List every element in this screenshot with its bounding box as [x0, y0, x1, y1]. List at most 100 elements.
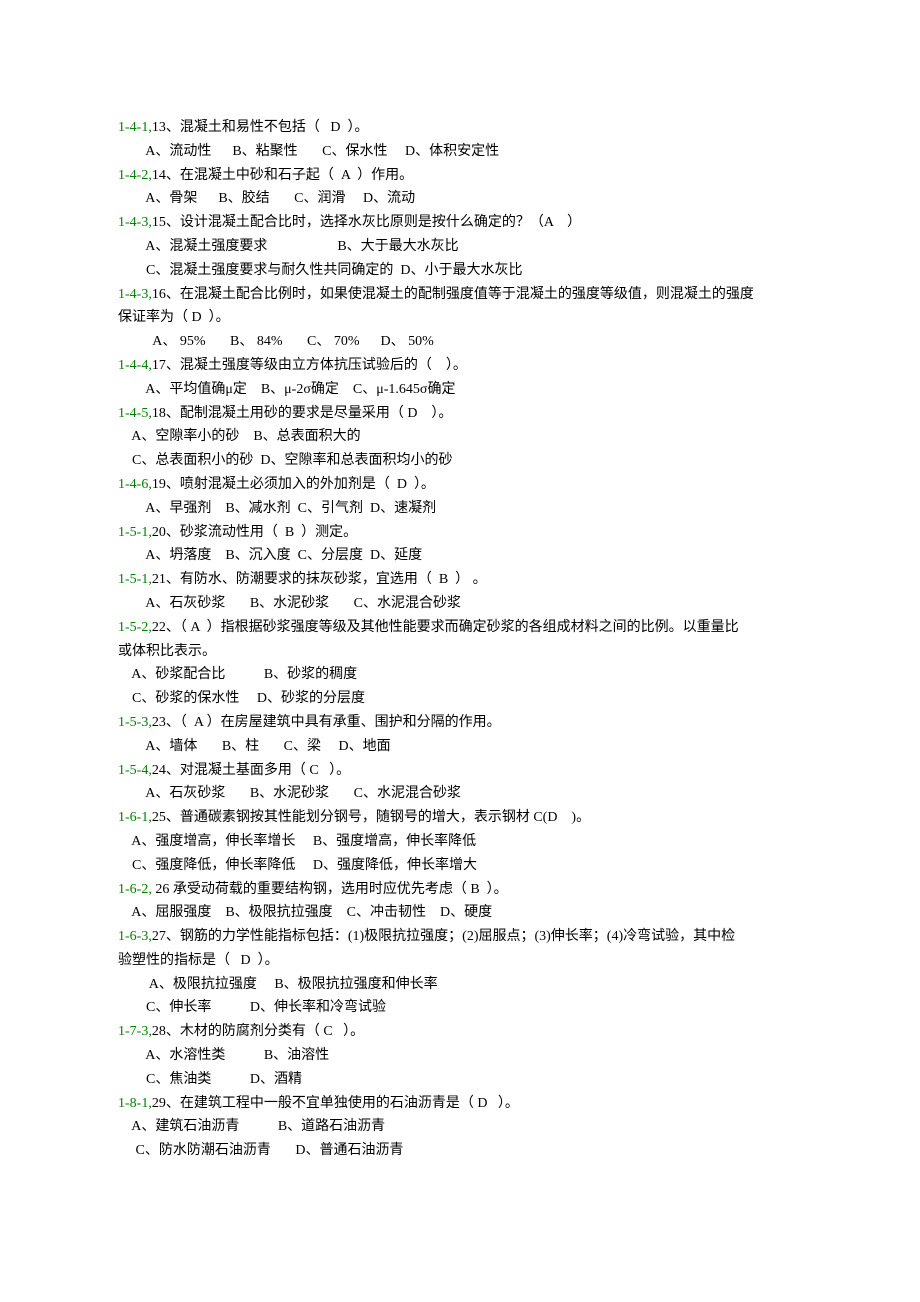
line-text: A、强度增高，伸长率增长 B、强度增高，伸长率降低 — [118, 834, 476, 849]
content-block: 1-4-1,13、混凝土和易性不包括（ D ）。 A、流动性 B、粘聚性 C、保… — [118, 116, 802, 1163]
question-code: 1-6-3, — [118, 929, 152, 944]
line-text: 或体积比表示。 — [118, 644, 216, 659]
text-line: C、混凝土强度要求与耐久性共同确定的 D、小于最大水灰比 — [118, 259, 802, 283]
question-code: 1-8-1, — [118, 1096, 152, 1111]
question-code: 1-5-2, — [118, 620, 152, 635]
question-code: 1-4-6, — [118, 477, 152, 492]
text-line: 1-6-2, 26 承受动荷载的重要结构钢，选用时应优先考虑（ B ）。 — [118, 878, 802, 902]
text-line: 1-5-1,21、有防水、防潮要求的抹灰砂浆，宜选用（ B ） 。 — [118, 568, 802, 592]
text-line: 1-7-3,28、木材的防腐剂分类有（ C ）。 — [118, 1020, 802, 1044]
text-line: A、墙体 B、柱 C、梁 D、地面 — [118, 735, 802, 759]
question-code: 1-4-5, — [118, 406, 152, 421]
line-text: A、石灰砂浆 B、水泥砂浆 C、水泥混合砂浆 — [118, 596, 461, 611]
line-text: A、砂浆配合比 B、砂浆的稠度 — [118, 667, 357, 682]
line-text: A、混凝土强度要求 B、大于最大水灰比 — [118, 239, 459, 254]
question-code: 1-6-2, — [118, 882, 152, 897]
text-line: A、 95% B、 84% C、 70% D、 50% — [118, 330, 802, 354]
text-line: C、总表面积小的砂 D、空隙率和总表面积均小的砂 — [118, 449, 802, 473]
question-code: 1-5-3, — [118, 715, 152, 730]
text-line: 1-4-4,17、混凝土强度等级由立方体抗压试验后的（ ）。 — [118, 354, 802, 378]
question-code: 1-4-3, — [118, 287, 152, 302]
line-text: 18、配制混凝土用砂的要求是尽量采用（ D ）。 — [152, 406, 453, 421]
line-text: 25、普通碳素钢按其性能划分钢号，随钢号的增大，表示钢材 C(D )。 — [152, 810, 590, 825]
line-text: 23、（ A ）在房屋建筑中具有承重、围护和分隔的作用。 — [152, 715, 501, 730]
line-text: A、平均值确μ定 B、μ-2σ确定 C、μ-1.645σ确定 — [118, 382, 455, 397]
line-text: A、墙体 B、柱 C、梁 D、地面 — [118, 739, 391, 754]
text-line: A、混凝土强度要求 B、大于最大水灰比 — [118, 235, 802, 259]
line-text: 26 承受动荷载的重要结构钢，选用时应优先考虑（ B ）。 — [152, 882, 508, 897]
text-line: 1-4-5,18、配制混凝土用砂的要求是尽量采用（ D ）。 — [118, 402, 802, 426]
line-text: 保证率为（ D ）。 — [118, 310, 230, 325]
text-line: A、石灰砂浆 B、水泥砂浆 C、水泥混合砂浆 — [118, 782, 802, 806]
question-code: 1-4-3, — [118, 215, 152, 230]
line-text: C、砂浆的保水性 D、砂浆的分层度 — [118, 691, 365, 706]
line-text: C、伸长率 D、伸长率和冷弯试验 — [118, 1000, 386, 1015]
line-text: 19、喷射混凝土必须加入的外加剂是（ D ）。 — [152, 477, 435, 492]
text-line: A、早强剂 B、减水剂 C、引气剂 D、速凝剂 — [118, 497, 802, 521]
line-text: C、总表面积小的砂 D、空隙率和总表面积均小的砂 — [118, 453, 452, 468]
text-line: A、平均值确μ定 B、μ-2σ确定 C、μ-1.645σ确定 — [118, 378, 802, 402]
text-line: 或体积比表示。 — [118, 640, 802, 664]
line-text: 17、混凝土强度等级由立方体抗压试验后的（ ）。 — [152, 358, 467, 373]
line-text: A、建筑石油沥青 B、道路石油沥青 — [118, 1119, 385, 1134]
line-text: 13、混凝土和易性不包括（ D ）。 — [152, 120, 369, 135]
question-code: 1-4-1, — [118, 120, 152, 135]
text-line: C、砂浆的保水性 D、砂浆的分层度 — [118, 687, 802, 711]
text-line: 1-5-1,20、砂浆流动性用（ B ）测定。 — [118, 521, 802, 545]
text-line: 1-4-6,19、喷射混凝土必须加入的外加剂是（ D ）。 — [118, 473, 802, 497]
question-code: 1-5-4, — [118, 763, 152, 778]
text-line: A、屈服强度 B、极限抗拉强度 C、冲击韧性 D、硬度 — [118, 901, 802, 925]
question-code: 1-5-1, — [118, 572, 152, 587]
text-line: A、空隙率小的砂 B、总表面积大的 — [118, 425, 802, 449]
question-code: 1-4-2, — [118, 168, 152, 183]
line-text: 27、钢筋的力学性能指标包括：(1)极限抗拉强度；(2)屈服点；(3)伸长率；(… — [152, 929, 735, 944]
line-text: C、混凝土强度要求与耐久性共同确定的 D、小于最大水灰比 — [118, 263, 522, 278]
text-line: A、骨架 B、胶结 C、润滑 D、流动 — [118, 187, 802, 211]
text-line: 1-6-3,27、钢筋的力学性能指标包括：(1)极限抗拉强度；(2)屈服点；(3… — [118, 925, 802, 949]
text-line: 1-4-1,13、混凝土和易性不包括（ D ）。 — [118, 116, 802, 140]
line-text: C、强度降低，伸长率降低 D、强度降低，伸长率增大 — [118, 858, 477, 873]
text-line: 1-4-2,14、在混凝土中砂和石子起（ A ）作用。 — [118, 164, 802, 188]
text-line: 1-8-1,29、在建筑工程中一般不宜单独使用的石油沥青是（ D ）。 — [118, 1092, 802, 1116]
text-line: 1-4-3,16、在混凝土配合比例时，如果使混凝土的配制强度值等于混凝土的强度等… — [118, 283, 802, 307]
line-text: A、屈服强度 B、极限抗拉强度 C、冲击韧性 D、硬度 — [118, 905, 492, 920]
text-line: 1-5-2,22、（ A ）指根据砂浆强度等级及其他性能要求而确定砂浆的各组成材… — [118, 616, 802, 640]
line-text: A、 95% B、 84% C、 70% D、 50% — [118, 334, 434, 349]
line-text: 29、在建筑工程中一般不宜单独使用的石油沥青是（ D ）。 — [152, 1096, 519, 1111]
line-text: A、石灰砂浆 B、水泥砂浆 C、水泥混合砂浆 — [118, 786, 461, 801]
line-text: A、空隙率小的砂 B、总表面积大的 — [118, 429, 361, 444]
text-line: 1-4-3,15、设计混凝土配合比时，选择水灰比原则是按什么确定的？（A ） — [118, 211, 802, 235]
text-line: 保证率为（ D ）。 — [118, 306, 802, 330]
question-code: 1-4-4, — [118, 358, 152, 373]
text-line: A、强度增高，伸长率增长 B、强度增高，伸长率降低 — [118, 830, 802, 854]
text-line: 1-5-4,24、对混凝土基面多用（ C ）。 — [118, 759, 802, 783]
text-line: C、强度降低，伸长率降低 D、强度降低，伸长率增大 — [118, 854, 802, 878]
line-text: 22、（ A ）指根据砂浆强度等级及其他性能要求而确定砂浆的各组成材料之间的比例… — [152, 620, 739, 635]
line-text: 24、对混凝土基面多用（ C ）。 — [152, 763, 350, 778]
line-text: A、骨架 B、胶结 C、润滑 D、流动 — [118, 191, 415, 206]
text-line: A、坍落度 B、沉入度 C、分层度 D、延度 — [118, 544, 802, 568]
text-line: 1-6-1,25、普通碳素钢按其性能划分钢号，随钢号的增大，表示钢材 C(D )… — [118, 806, 802, 830]
line-text: A、极限抗拉强度 B、极限抗拉强度和伸长率 — [118, 977, 438, 992]
line-text: 21、有防水、防潮要求的抹灰砂浆，宜选用（ B ） 。 — [152, 572, 487, 587]
question-code: 1-6-1, — [118, 810, 152, 825]
question-code: 1-7-3, — [118, 1024, 152, 1039]
line-text: A、水溶性类 B、油溶性 — [118, 1048, 329, 1063]
text-line: C、伸长率 D、伸长率和冷弯试验 — [118, 996, 802, 1020]
line-text: A、流动性 B、粘聚性 C、保水性 D、体积安定性 — [118, 144, 499, 159]
line-text: A、早强剂 B、减水剂 C、引气剂 D、速凝剂 — [118, 501, 436, 516]
text-line: A、石灰砂浆 B、水泥砂浆 C、水泥混合砂浆 — [118, 592, 802, 616]
text-line: C、防水防潮石油沥青 D、普通石油沥青 — [118, 1139, 802, 1163]
text-line: 1-5-3,23、（ A ）在房屋建筑中具有承重、围护和分隔的作用。 — [118, 711, 802, 735]
text-line: A、极限抗拉强度 B、极限抗拉强度和伸长率 — [118, 973, 802, 997]
line-text: 14、在混凝土中砂和石子起（ A ）作用。 — [152, 168, 413, 183]
text-line: A、流动性 B、粘聚性 C、保水性 D、体积安定性 — [118, 140, 802, 164]
line-text: 20、砂浆流动性用（ B ）测定。 — [152, 525, 357, 540]
question-code: 1-5-1, — [118, 525, 152, 540]
text-line: 验塑性的指标是（ D ）。 — [118, 949, 802, 973]
line-text: C、焦油类 D、酒精 — [118, 1072, 302, 1087]
line-text: 验塑性的指标是（ D ）。 — [118, 953, 279, 968]
document-page: 1-4-1,13、混凝土和易性不包括（ D ）。 A、流动性 B、粘聚性 C、保… — [0, 0, 920, 1203]
line-text: 15、设计混凝土配合比时，选择水灰比原则是按什么确定的？（A ） — [152, 215, 581, 230]
text-line: C、焦油类 D、酒精 — [118, 1068, 802, 1092]
